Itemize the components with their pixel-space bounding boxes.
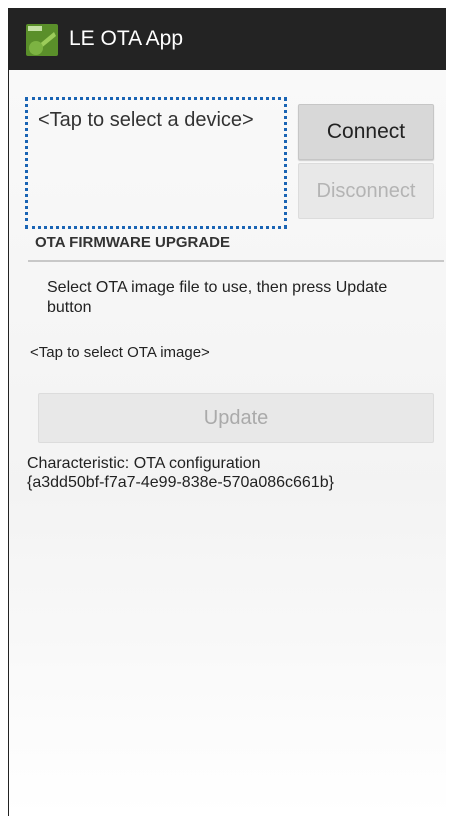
- app-screen: LE OTA App <Tap to select a device> Conn…: [8, 8, 446, 816]
- characteristic-uuid: {a3dd50bf-f7a7-4e99-838e-570a086c661b}: [27, 474, 334, 491]
- device-selector[interactable]: <Tap to select a device>: [25, 97, 287, 229]
- action-bar: LE OTA App: [9, 8, 446, 70]
- characteristic-info: Characteristic: OTA configuration {a3dd5…: [27, 454, 334, 492]
- disconnect-button[interactable]: Disconnect: [298, 163, 434, 219]
- ota-image-selector[interactable]: <Tap to select OTA image>: [30, 344, 210, 361]
- app-title: LE OTA App: [69, 27, 184, 50]
- ota-section-header: OTA FIRMWARE UPGRADE: [35, 234, 230, 251]
- device-selector-label: <Tap to select a device>: [38, 109, 254, 131]
- connect-button[interactable]: Connect: [298, 104, 434, 160]
- section-divider: [28, 260, 444, 262]
- android-app-icon: [26, 24, 58, 56]
- ota-instruction: Select OTA image file to use, then press…: [47, 279, 388, 316]
- update-button[interactable]: Update: [38, 393, 434, 443]
- characteristic-label: Characteristic: OTA configuration: [27, 455, 261, 472]
